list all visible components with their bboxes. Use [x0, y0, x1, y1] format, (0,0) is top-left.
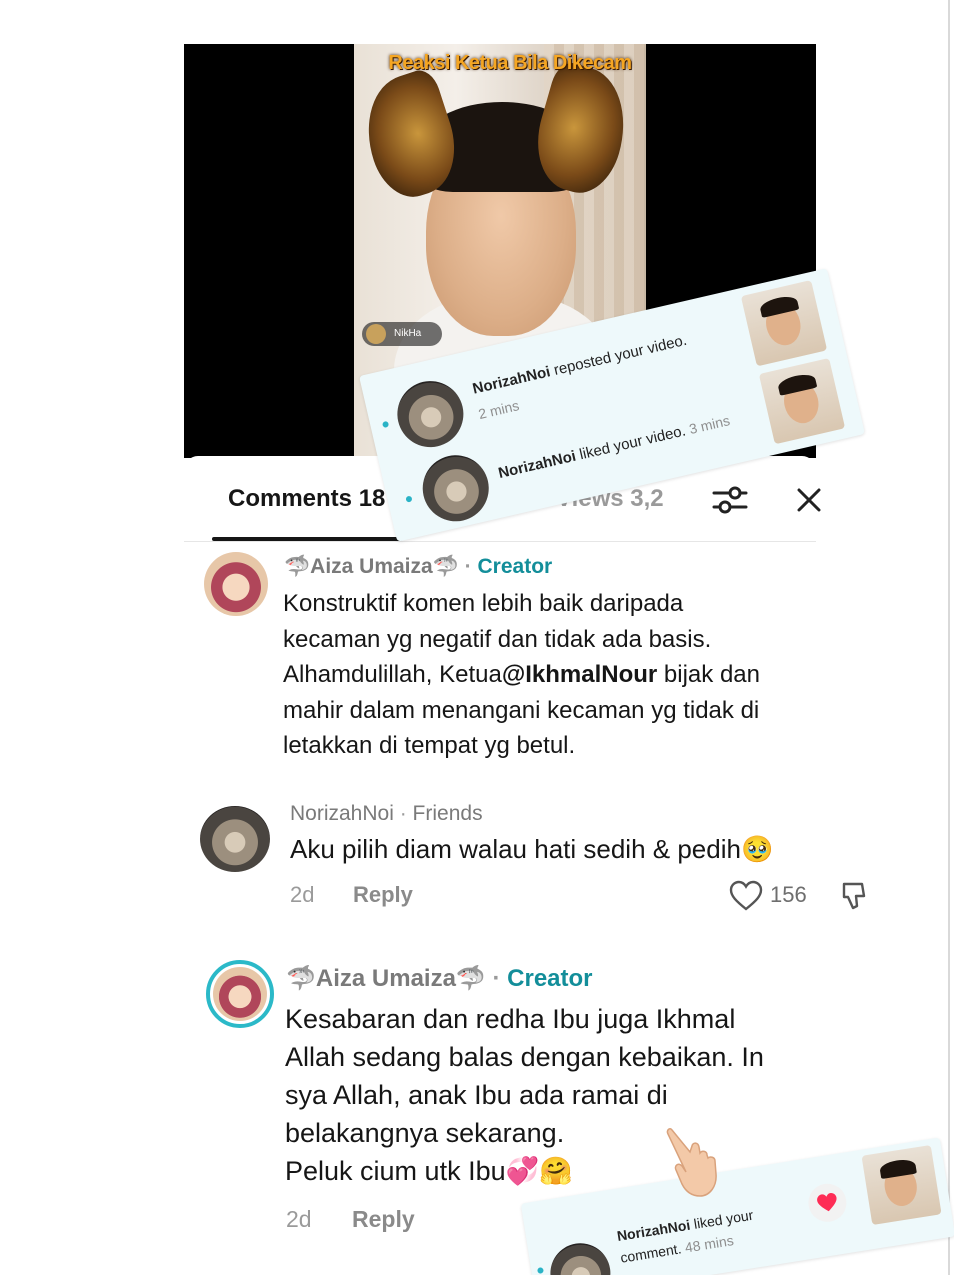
comment-time: 2d: [290, 882, 315, 907]
sheet-divider: [184, 541, 816, 542]
unread-dot: [405, 495, 413, 503]
comment-line: sya Allah, anak Ibu ada ramai di: [285, 1080, 668, 1110]
creator-badge: Creator: [477, 555, 553, 578]
notification-text: NorizahNoi liked your comment. 48 mins: [615, 1204, 758, 1269]
comment-text: Aku pilih diam walau hati sedih & pedih🥹: [290, 834, 774, 864]
notification-action: reposted your video.: [548, 331, 689, 380]
close-icon[interactable]: [795, 486, 823, 514]
comment-line: Allah sedang balas dengan kebaikan. In: [285, 1042, 764, 1072]
comment-line: Konstruktif komen lebih baik daripada: [283, 590, 684, 617]
comment-time: 2d: [286, 1206, 312, 1232]
comment-author[interactable]: NorizahNoi: [290, 802, 394, 825]
comment-text: Konstruktif komen lebih baik daripada ke…: [283, 586, 823, 764]
like-count: 156: [770, 882, 807, 907]
comment-line: Kesabaran dan redha Ibu juga Ikhmal: [285, 1004, 736, 1034]
edge-divider: [948, 0, 950, 1275]
tab-comments[interactable]: Comments 18: [228, 485, 385, 513]
comment-line: kecaman yg negatif dan tidak ada basis.: [283, 625, 712, 653]
reply-button[interactable]: Reply: [353, 882, 413, 908]
dislike-icon[interactable]: [840, 880, 868, 912]
pointing-hand-icon: [666, 1128, 717, 1197]
unread-dot: [537, 1267, 544, 1274]
unread-dot: [381, 420, 390, 429]
comment-author[interactable]: 🦈Aiza Umaiza🦈: [284, 555, 459, 578]
comment-text: Kesabaran dan redha Ibu juga Ikhmal Alla…: [285, 1000, 845, 1190]
notification-time: 48 mins: [683, 1232, 735, 1256]
heart-filled-icon: [817, 1193, 837, 1212]
avatar: [213, 967, 267, 1021]
comment-line-part: bijak dan: [657, 661, 760, 689]
avatar: [546, 1238, 615, 1275]
comment-author-line: 🦈Aiza Umaiza🦈 · Creator: [286, 965, 593, 992]
notification-action: liked your video.: [573, 422, 688, 465]
creator-badge: Creator: [507, 965, 593, 992]
avatar: [416, 448, 496, 528]
comment-line: Alhamdulillah, Ketua@IkhmalNour bijak da…: [283, 657, 823, 693]
notification-user[interactable]: NorizahNoi: [497, 448, 578, 482]
notification-text: NorizahNoi liked your video. 3 mins: [497, 412, 732, 482]
comment-author-line: 🦈Aiza Umaiza🦈 · Creator: [284, 555, 553, 578]
video-thumbnail[interactable]: [758, 357, 846, 445]
live-user-avatar: [366, 324, 386, 344]
comment-author[interactable]: 🦈Aiza Umaiza🦈: [286, 965, 486, 992]
avatar[interactable]: [200, 806, 270, 872]
avatar: [390, 374, 470, 454]
comment-author-line: NorizahNoi · Friends: [290, 802, 483, 825]
notification-text: NorizahNoi reposted your video.: [471, 332, 688, 398]
comment-line: letakkan di tempat yg betul.: [283, 732, 576, 760]
heart-button[interactable]: [805, 1181, 850, 1225]
notification-user[interactable]: NorizahNoi: [471, 363, 552, 397]
video-title: Reaksi Ketua Bila Dikecam: [388, 52, 632, 74]
live-user-name: NikHa: [394, 328, 422, 339]
heart-outline-icon[interactable]: [728, 880, 764, 912]
notification-time: 3 mins: [687, 412, 732, 438]
filter-icon[interactable]: [712, 484, 748, 516]
video-thumbnail[interactable]: [740, 280, 828, 367]
mention-link[interactable]: @IkhmalNour: [502, 661, 657, 688]
friends-badge: Friends: [412, 802, 483, 825]
comment-line: belakangnya sekarang.: [285, 1118, 565, 1148]
avatar[interactable]: [204, 552, 268, 616]
comment-line: mahir dalam menangani kecaman yg tidak d…: [283, 696, 760, 724]
comment-line-part: Alhamdulillah, Ketua: [283, 661, 502, 689]
notification-time: 2 mins: [476, 397, 521, 423]
avatar-story-ring[interactable]: [206, 960, 274, 1028]
video-thumbnail[interactable]: [861, 1144, 942, 1226]
reply-button[interactable]: Reply: [352, 1206, 415, 1233]
